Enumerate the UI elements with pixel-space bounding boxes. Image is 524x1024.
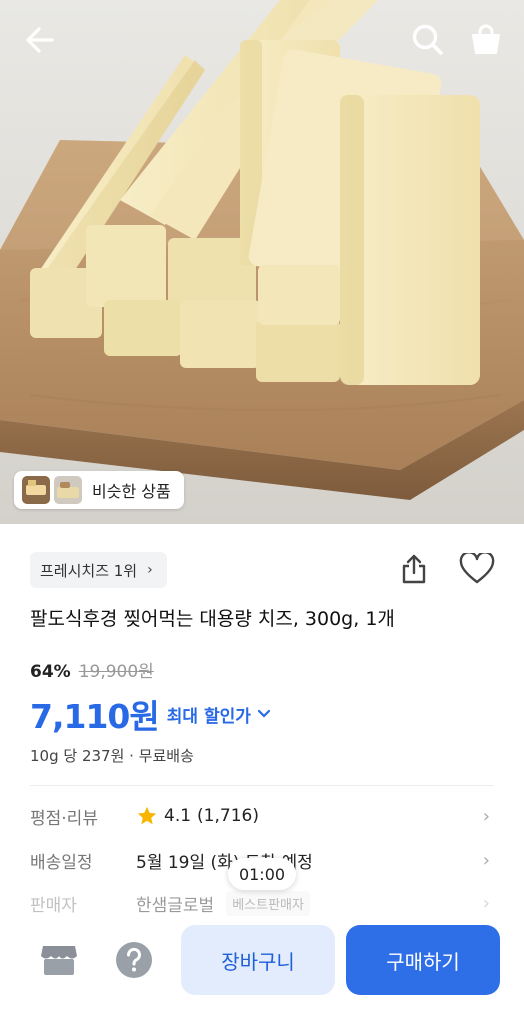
similar-products-chip[interactable]: 비슷한 상품 bbox=[14, 471, 184, 509]
price-row: 7,110원 최대 할인가 bbox=[30, 690, 271, 738]
store-icon bbox=[41, 946, 77, 975]
arrow-left-icon bbox=[26, 27, 54, 53]
divider bbox=[30, 785, 494, 786]
discount-rate: 64% bbox=[30, 662, 71, 682]
cart-button[interactable] bbox=[464, 18, 508, 62]
chevron-right-icon: › bbox=[482, 849, 490, 871]
search-icon bbox=[412, 24, 443, 55]
review-count: (1,716) bbox=[197, 806, 259, 826]
buy-now-button[interactable]: 구매하기 bbox=[346, 925, 500, 995]
timer-pill: 01:00 bbox=[228, 858, 296, 890]
star-icon bbox=[137, 806, 157, 825]
similar-thumb-2 bbox=[54, 476, 82, 504]
rating-value-group: 4.1 (1,716) bbox=[136, 805, 259, 827]
product-title: 팔도식후경 찢어먹는 대용량 치즈, 300g, 1개 bbox=[30, 608, 395, 630]
similar-thumb-1 bbox=[22, 476, 50, 504]
max-discount-toggle[interactable]: 최대 할인가 bbox=[167, 702, 271, 727]
max-discount-label: 최대 할인가 bbox=[166, 706, 251, 727]
heart-icon bbox=[459, 553, 495, 584]
seller-value-group: 한샘글로벌 베스트판매자 bbox=[136, 890, 310, 916]
similar-products-label: 비슷한 상품 bbox=[92, 482, 171, 501]
sale-price: 7,110원 bbox=[30, 697, 160, 736]
add-to-cart-button[interactable]: 장바구니 bbox=[181, 925, 335, 995]
unit-price-shipping: 10g 당 237원 · 무료배송 bbox=[30, 747, 194, 765]
back-button[interactable] bbox=[18, 18, 62, 62]
rating-label: 평점·리뷰 bbox=[30, 808, 98, 829]
chevron-right-icon: › bbox=[482, 805, 490, 827]
cheese-photo bbox=[0, 0, 524, 500]
shopping-bag-icon bbox=[472, 24, 500, 54]
delivery-label: 배송일정 bbox=[30, 852, 93, 873]
seller-row[interactable]: 판매자 한샘글로벌 베스트판매자 › bbox=[30, 888, 494, 918]
rating-row[interactable]: 평점·리뷰 4.1 (1,716) › bbox=[30, 801, 494, 831]
share-icon bbox=[402, 554, 426, 584]
best-seller-badge: 베스트판매자 bbox=[226, 890, 310, 916]
original-price: 19,900원 bbox=[78, 662, 154, 682]
question-icon bbox=[116, 942, 152, 978]
chevron-down-icon bbox=[257, 709, 270, 718]
chevron-right-icon: › bbox=[482, 892, 490, 914]
wishlist-button[interactable] bbox=[455, 548, 499, 590]
search-button[interactable] bbox=[406, 18, 450, 62]
seller-name: 한샘글로벌 bbox=[136, 895, 215, 916]
product-image[interactable]: 비슷한 상품 bbox=[0, 0, 524, 524]
category-rank-chip[interactable]: 프레시치즈 1위 › bbox=[30, 552, 167, 588]
store-button[interactable] bbox=[36, 940, 82, 980]
discount-row: 64% 19,900원 bbox=[30, 657, 154, 682]
share-button[interactable] bbox=[393, 548, 435, 590]
chevron-right-icon: › bbox=[147, 562, 153, 578]
inquiry-button[interactable] bbox=[112, 938, 156, 982]
rating-score: 4.1 bbox=[164, 806, 192, 826]
rank-label: 프레시치즈 1위 bbox=[40, 561, 138, 580]
seller-label: 판매자 bbox=[30, 895, 77, 916]
